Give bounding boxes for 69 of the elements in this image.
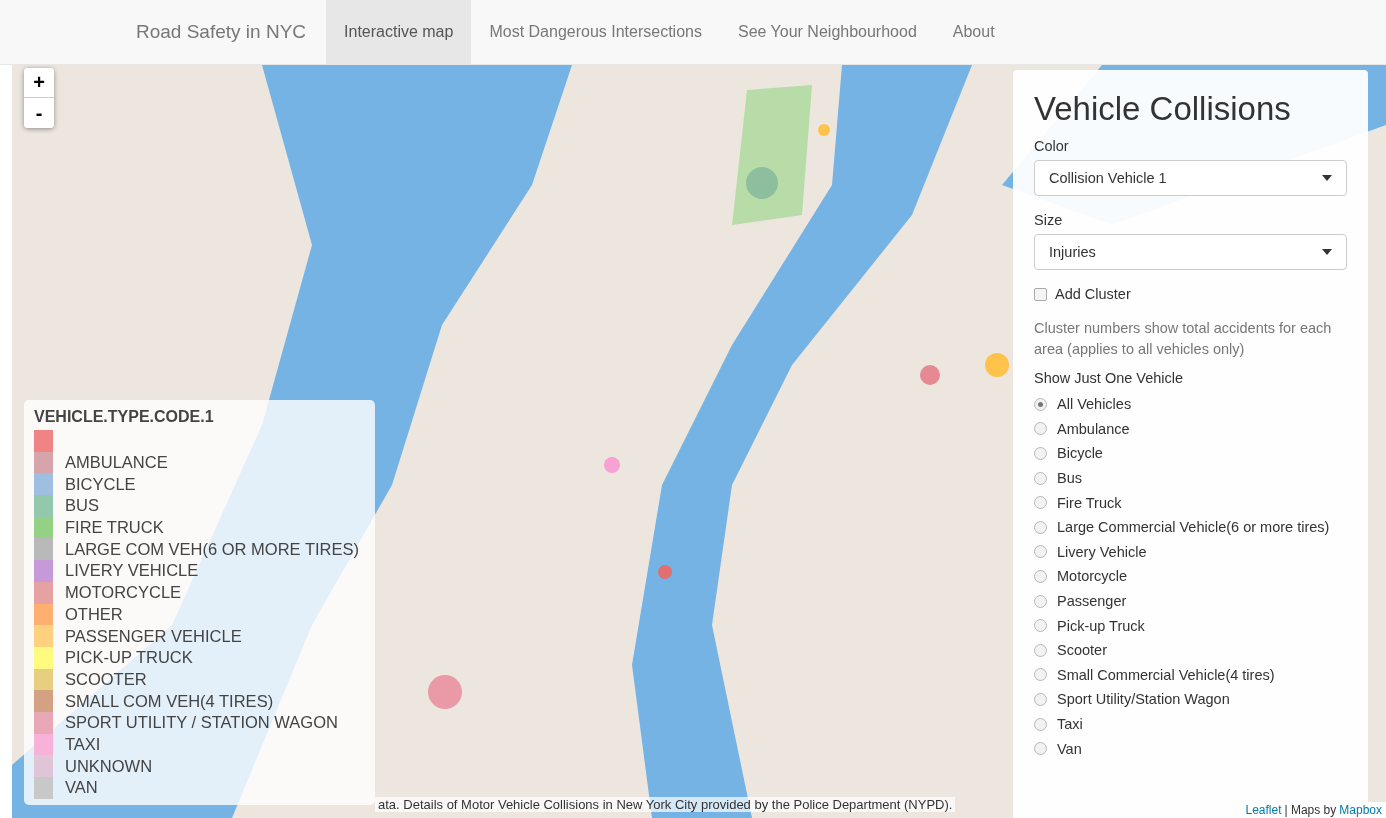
legend-label: SCOOTER [65,669,147,689]
caret-icon [1322,249,1332,255]
zoom-out-button[interactable]: - [24,98,54,128]
checkbox[interactable] [1034,287,1047,301]
radio-label: Taxi [1057,716,1083,732]
nav-tab[interactable]: About [934,0,1013,64]
legend-label: SMALL COM VEH(4 TIRES) [65,691,274,711]
legend-label: AMBULANCE [65,453,168,473]
radio-button[interactable] [1034,692,1047,706]
radio-label: Motorcycle [1057,568,1128,585]
radio-button[interactable] [1034,422,1047,436]
attribution-text: ata. Details of Motor Vehicle Collisions in New York City provided by the Police Department (NYPD). [375,797,956,812]
legend-label: SPORT UTILITY / STATION WAGON [65,713,338,733]
legend-label: LARGE COM VEH(6 OR MORE TIRES) [65,539,359,559]
leaflet-link[interactable]: Leaflet [1245,803,1282,817]
help-text: Cluster numbers show total accidents for each area (applies to all vehicles only) [1034,319,1333,359]
radio-label: Bus [1057,470,1082,487]
mapbox-link[interactable]: Mapbox [1339,803,1382,817]
legend-label: PASSENGER VEHICLE [65,626,242,646]
radio-label: Bicycle [1057,445,1103,462]
nav-tab[interactable]: Most Dangerous Intersections [471,0,720,64]
color-select[interactable]: Collision Vehicle 1 [1034,160,1347,196]
radio-label: Van [1057,740,1082,757]
legend-label: TAXI [65,734,101,754]
caret-icon [1322,175,1332,181]
radio-label: Passenger [1057,593,1127,610]
radio-button[interactable] [1034,471,1047,485]
brand-title[interactable]: Road Safety in NYC [120,0,323,64]
legend-title: VEHICLE.TYPE.CODE.1 [34,408,215,426]
legend-label: BUS [65,496,99,516]
radio-button[interactable] [1034,545,1047,559]
legend-label: OTHER [65,604,123,624]
radio-label: Livery Vehicle [1057,543,1147,560]
field-label: Show Just One Vehicle [1034,370,1185,386]
radio-button[interactable] [1034,520,1047,534]
nav-tab[interactable]: Interactive map [326,0,472,64]
radio-label: Large Commercial Vehicle(6 or more tires) [1057,519,1330,536]
radio-label: All Vehicles [1057,396,1132,413]
radio-button[interactable] [1034,569,1047,583]
zoom-in-button[interactable]: + [24,68,54,98]
radio-label: Fire Truck [1057,494,1122,511]
radio-button[interactable] [1034,397,1047,411]
legend-label: LIVERY VEHICLE [65,561,199,581]
radio-button[interactable] [1034,717,1047,731]
radio-label: Ambulance [1057,420,1130,437]
radio-button[interactable] [1034,594,1047,608]
legend-label: VAN [65,778,98,798]
nav-tab[interactable]: See Your Neighbourhood [719,0,935,64]
attribution-text: | Maps by [1284,803,1337,817]
legend-label: BICYCLE [65,474,136,494]
radio-label: Sport Utility/Station Wagon [1057,691,1230,708]
radio-label: Scooter [1057,642,1107,659]
panel-title: Vehicle Collisions [1034,90,1292,128]
checkbox-label: Add Cluster [1055,286,1131,302]
radio-button[interactable] [1034,643,1047,657]
radio-label: Small Commercial Vehicle(4 tires) [1057,666,1275,683]
radio-button[interactable] [1034,619,1047,633]
field-label: Color [1034,138,1070,154]
size-select[interactable]: Injuries [1034,234,1347,270]
legend-label: PICK-UP TRUCK [65,648,193,668]
radio-button[interactable] [1034,496,1047,510]
legend-label: UNKNOWN [65,756,153,776]
radio-label: Pick-up Truck [1057,617,1145,634]
legend-label: MOTORCYCLE [65,583,182,603]
radio-button[interactable] [1034,742,1047,756]
field-label: Size [1034,212,1064,228]
radio-button[interactable] [1034,668,1047,682]
radio-button[interactable] [1034,447,1047,460]
legend-label: FIRE TRUCK [65,518,164,538]
